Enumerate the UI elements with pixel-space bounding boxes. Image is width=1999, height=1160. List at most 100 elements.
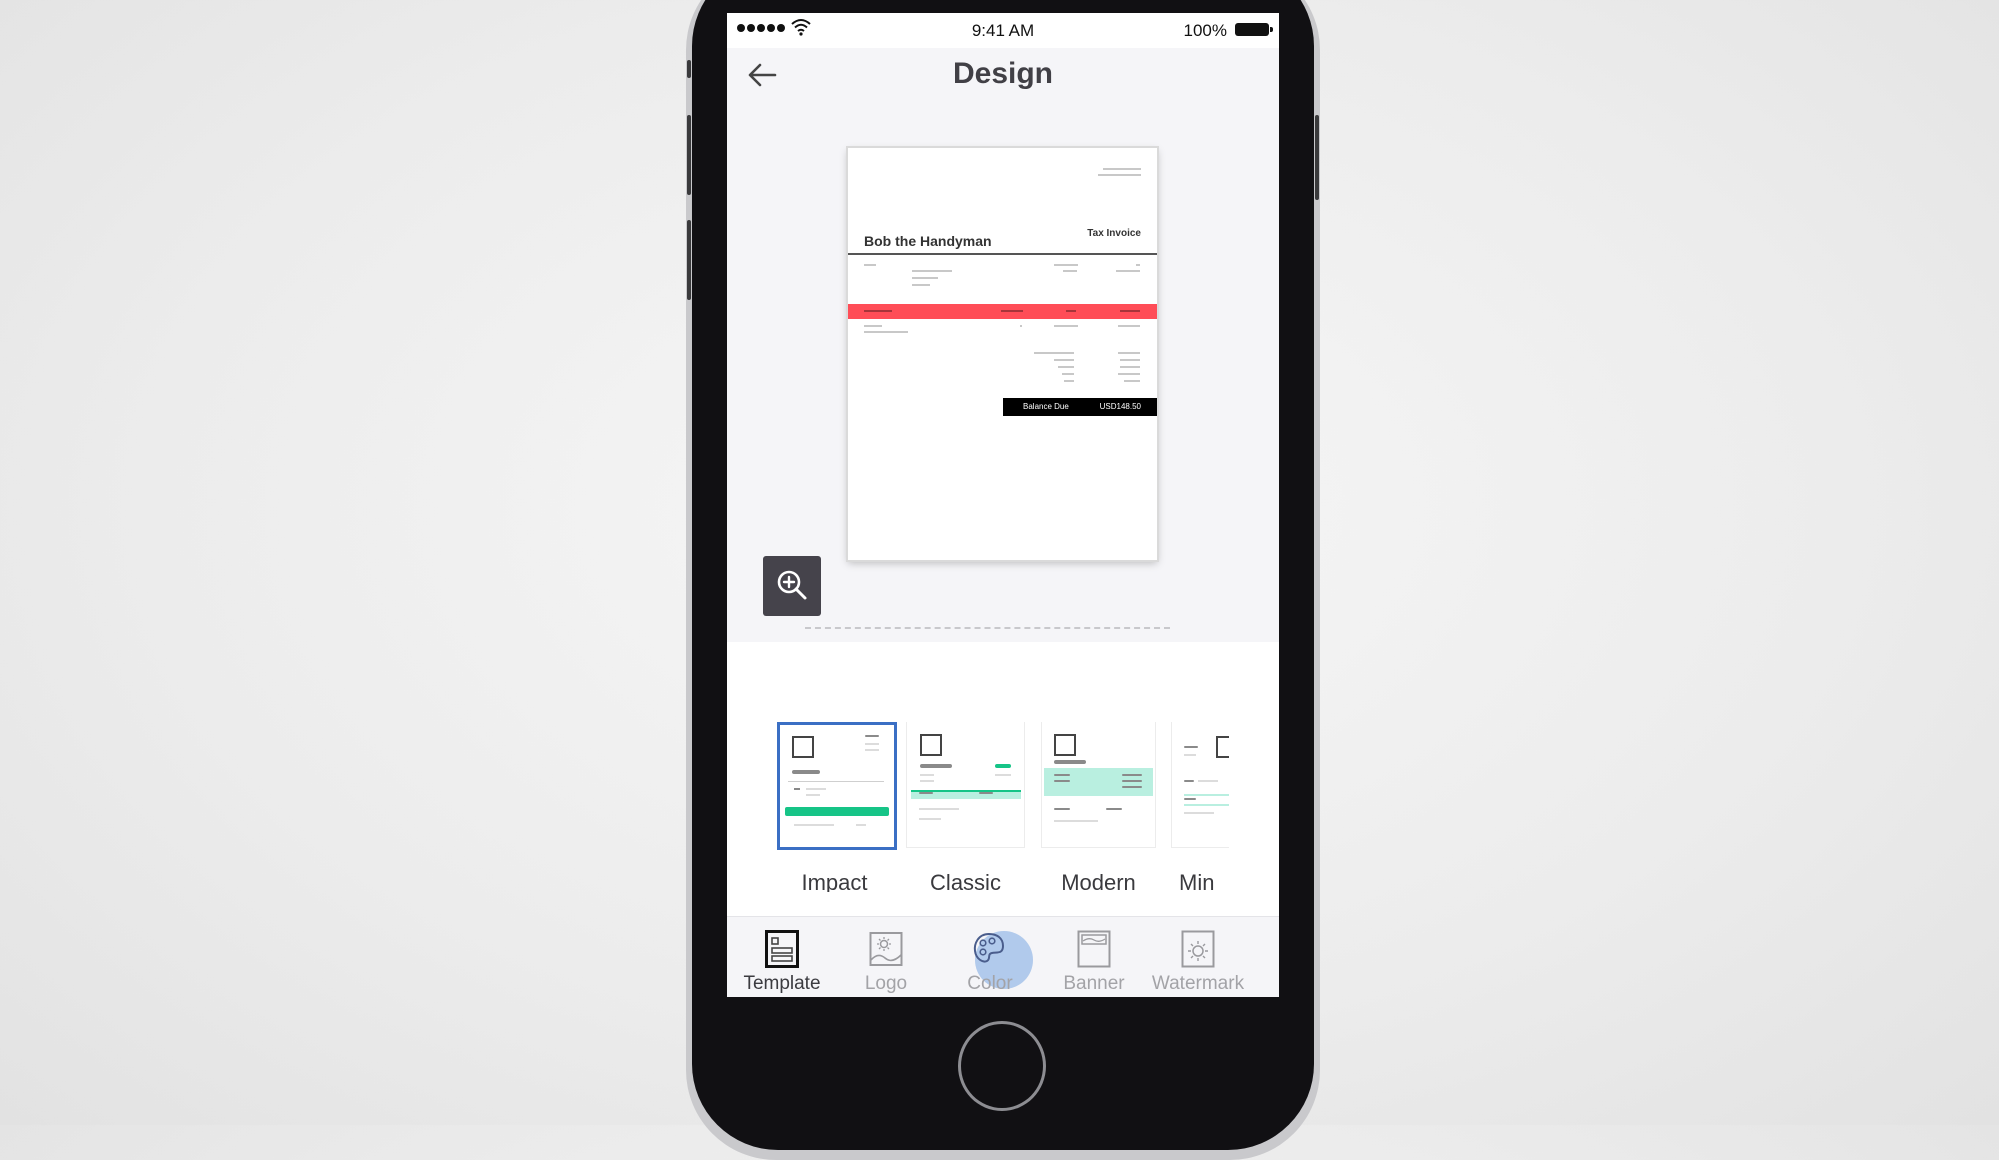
tab-banner-label: Banner [1063,973,1125,994]
column-header-amount [1120,310,1140,312]
bill-to-label [864,264,876,266]
tab-watermark[interactable]: Watermark [1143,917,1253,997]
thumb-text-line [1054,820,1098,822]
thumb-text-line [1184,812,1214,814]
thumb-accent-line [1184,794,1229,796]
total-value [1118,373,1140,375]
thumb-rule [788,781,884,782]
thumb-text-line [995,774,1011,776]
thumb-text-line [806,794,820,796]
tab-logo[interactable]: Logo [831,917,941,997]
column-header-quantity [1001,310,1023,312]
watermark-icon [1181,930,1215,968]
logo-placeholder-icon [1216,736,1229,758]
subtotal-label [1034,352,1074,354]
tab-template[interactable]: Template [727,917,837,997]
tax-value [1120,366,1140,368]
thumb-column-bar [1184,798,1196,800]
subtotal-value [1118,352,1140,354]
mute-switch [687,60,691,78]
logo-placeholder-icon [1054,734,1076,756]
thumb-accent-bar [785,807,889,816]
volume-up-button [687,115,691,195]
template-icon [765,930,799,968]
invoice-preview[interactable]: Bob the Handyman Tax Invoice Balance Due… [848,148,1157,560]
thumb-text-line [806,788,826,790]
thumb-business-bar [920,764,952,768]
thumb-text-line [856,824,866,826]
column-header-description [864,310,892,312]
template-thumbnail-classic[interactable] [907,722,1024,847]
template-label-modern: Modern [1061,870,1136,892]
invoice-table-header [848,304,1157,319]
thumb-text-line [1184,754,1196,756]
palette-icon [973,932,1005,963]
balance-due-bar: Balance Due USD148.50 [1003,398,1157,416]
logo-image-icon [869,932,903,966]
template-label-impact: Impact [801,870,868,892]
logo-placeholder-icon [792,736,814,758]
template-carousel[interactable]: Impact Classic Modern Min [727,722,1229,892]
template-thumbnail-min[interactable] [1172,722,1229,847]
thumb-text-line [920,774,934,776]
tab-color-label: Color [967,973,1013,994]
thumb-text-line [794,788,800,790]
discount-label [1054,359,1074,361]
thumb-text-line [1184,780,1194,782]
battery-percent: 100% [1183,21,1227,40]
bill-to-address-line [912,284,930,286]
thumb-accent-line [1184,804,1229,806]
thumb-text-line [919,818,941,820]
column-header-rate [1066,310,1076,312]
invoice-document-title: Tax Invoice [1087,228,1141,239]
thumb-column-bar [979,792,993,794]
thumb-column-bar [919,792,933,794]
tax-label [1058,366,1074,368]
tab-logo-label: Logo [864,973,908,994]
zoom-in-icon [777,570,807,600]
thumb-text-line [919,808,959,810]
thumb-title-bar [865,735,879,737]
template-thumbnail-modern[interactable] [1042,722,1155,847]
line-item-rate [1054,325,1078,327]
tab-watermark-label: Watermark [1151,973,1245,994]
tab-color[interactable]: Color [935,917,1045,997]
template-label-min: Min [1179,870,1215,892]
sender-address-line [1103,168,1141,170]
thumb-text-line [1122,786,1142,788]
line-item-name [864,325,882,327]
tab-template-label: Template [743,973,821,994]
invoice-number-label [1054,264,1078,266]
sender-address-line [1098,174,1141,176]
thumb-text-line [1122,780,1142,782]
thumb-text-line [865,749,879,751]
invoice-business-name: Bob the Handyman [864,233,992,249]
template-label-classic: Classic [930,870,1001,892]
template-panel: Impact Classic Modern Min [727,642,1279,916]
line-item-description [864,331,908,333]
power-button [1315,115,1319,200]
thumb-column-bar [1054,808,1070,810]
zoom-preview-button[interactable] [763,556,821,616]
preview-divider [805,627,1170,629]
template-thumbnail-impact[interactable] [777,722,897,850]
thumb-text-line [865,743,879,745]
thumb-text-line [1054,780,1070,782]
home-button[interactable] [958,1021,1046,1111]
battery-icon [1235,23,1273,36]
total-label [1062,373,1074,375]
status-bar: 9:41 AM 100% [727,13,1279,48]
paid-value [1124,380,1140,382]
phone-screen: 9:41 AM 100% Design Bob the Handyman Tax… [727,13,1279,997]
bottom-tab-bar: Template Logo Color Banner Watermark [727,916,1279,997]
tab-banner[interactable]: Banner [1039,917,1149,997]
thumb-text-line [1122,774,1142,776]
invoice-date-label [1063,270,1077,272]
invoice-header-rule [848,253,1157,255]
thumb-accent-block [1044,768,1153,796]
balance-due-label: Balance Due [1023,402,1069,411]
invoice-number-value [1136,264,1140,266]
thumb-text-line [920,780,934,782]
line-item-amount [1118,325,1140,327]
banner-icon [1077,930,1111,968]
